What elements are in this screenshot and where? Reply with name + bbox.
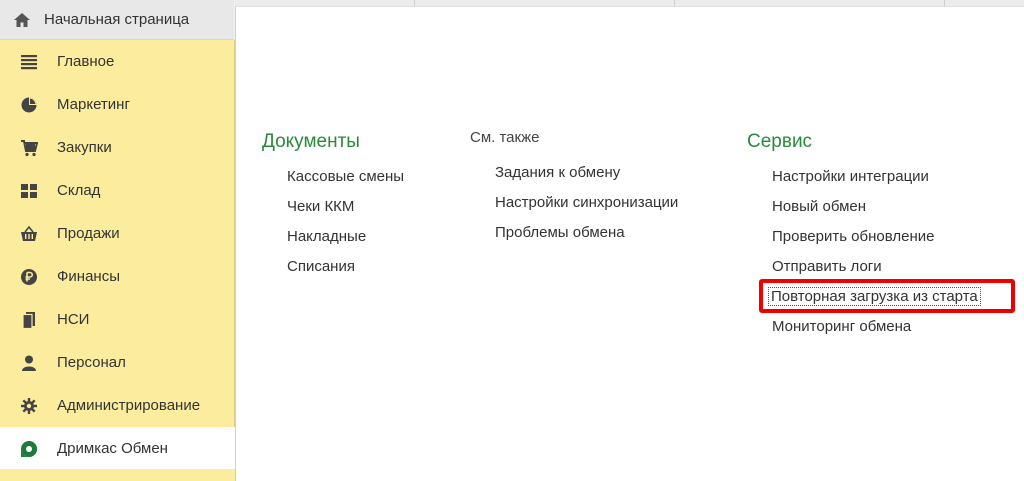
sidebar-item-label: Маркетинг — [57, 96, 130, 113]
warehouse-grid-icon — [20, 182, 38, 200]
sidebar-item-sales[interactable]: Продажи — [0, 212, 235, 255]
section-title-see-also: См. также — [470, 129, 540, 146]
sidebar-item-label: Продажи — [57, 225, 120, 242]
sidebar-item-finance[interactable]: Финансы — [0, 255, 235, 298]
section-title-service: Сервис — [747, 131, 813, 152]
link-kkm-receipts[interactable]: Чеки ККМ — [287, 198, 354, 215]
link-exchange-monitoring[interactable]: Мониторинг обмена — [772, 318, 911, 335]
link-integration-settings[interactable]: Настройки интеграции — [772, 168, 929, 185]
sidebar-item-label: Дримкас Обмен — [57, 440, 168, 457]
sidebar-item-label: Администрирование — [57, 397, 201, 414]
sidebar-item-label: Главное — [57, 53, 115, 70]
link-write-offs[interactable]: Списания — [287, 258, 355, 275]
tab-home[interactable]: Начальная страница — [0, 0, 234, 40]
pie-chart-icon — [20, 96, 38, 114]
home-icon — [12, 10, 32, 30]
link-sync-settings[interactable]: Настройки синхронизации — [495, 194, 678, 211]
sidebar-item-label: Склад — [57, 182, 101, 199]
dreamkas-logo-icon — [20, 440, 38, 458]
sidebar-item-label: Финансы — [57, 268, 120, 285]
link-new-exchange[interactable]: Новый обмен — [772, 198, 866, 215]
sidebar-item-nsi[interactable]: НСИ — [0, 298, 235, 341]
link-check-update[interactable]: Проверить обновление — [772, 228, 934, 245]
link-invoices[interactable]: Накладные — [287, 228, 366, 245]
sidebar-item-marketing[interactable]: Маркетинг — [0, 83, 235, 126]
sidebar-item-main[interactable]: Главное — [0, 40, 235, 83]
tab-home-label: Начальная страница — [44, 11, 190, 28]
sidebar-item-personnel[interactable]: Персонал — [0, 341, 235, 384]
app-window: Начальная страница Главное Маркетинг Зак… — [0, 0, 1024, 481]
highlight-annotation — [759, 279, 1015, 313]
sidebar-footer — [0, 469, 235, 481]
cart-icon — [20, 139, 38, 157]
link-send-logs[interactable]: Отправить логи — [772, 258, 882, 275]
person-icon — [20, 354, 38, 372]
section-title-documents: Документы — [262, 131, 360, 152]
sidebar-item-dreamkas-exchange[interactable]: Дримкас Обмен — [0, 427, 235, 470]
sidebar-item-label: Персонал — [57, 354, 126, 371]
gear-icon — [20, 397, 38, 415]
ruble-coin-icon — [20, 268, 38, 286]
sidebar-item-administration[interactable]: Администрирование — [0, 384, 235, 427]
sidebar: Главное Маркетинг Закупки Склад Продажи — [0, 40, 235, 481]
documents-icon — [20, 311, 38, 329]
menu-lines-icon — [20, 53, 38, 71]
sidebar-item-purchases[interactable]: Закупки — [0, 126, 235, 169]
sidebar-item-label: НСИ — [57, 311, 90, 328]
link-exchange-tasks[interactable]: Задания к обмену — [495, 164, 620, 181]
main-panel: Документы Кассовые смены Чеки ККМ Наклад… — [235, 6, 1024, 481]
link-exchange-problems[interactable]: Проблемы обмена — [495, 224, 625, 241]
sidebar-item-warehouse[interactable]: Склад — [0, 169, 235, 212]
sidebar-item-label: Закупки — [57, 139, 112, 156]
link-cash-shifts[interactable]: Кассовые смены — [287, 168, 404, 185]
basket-icon — [20, 225, 38, 243]
